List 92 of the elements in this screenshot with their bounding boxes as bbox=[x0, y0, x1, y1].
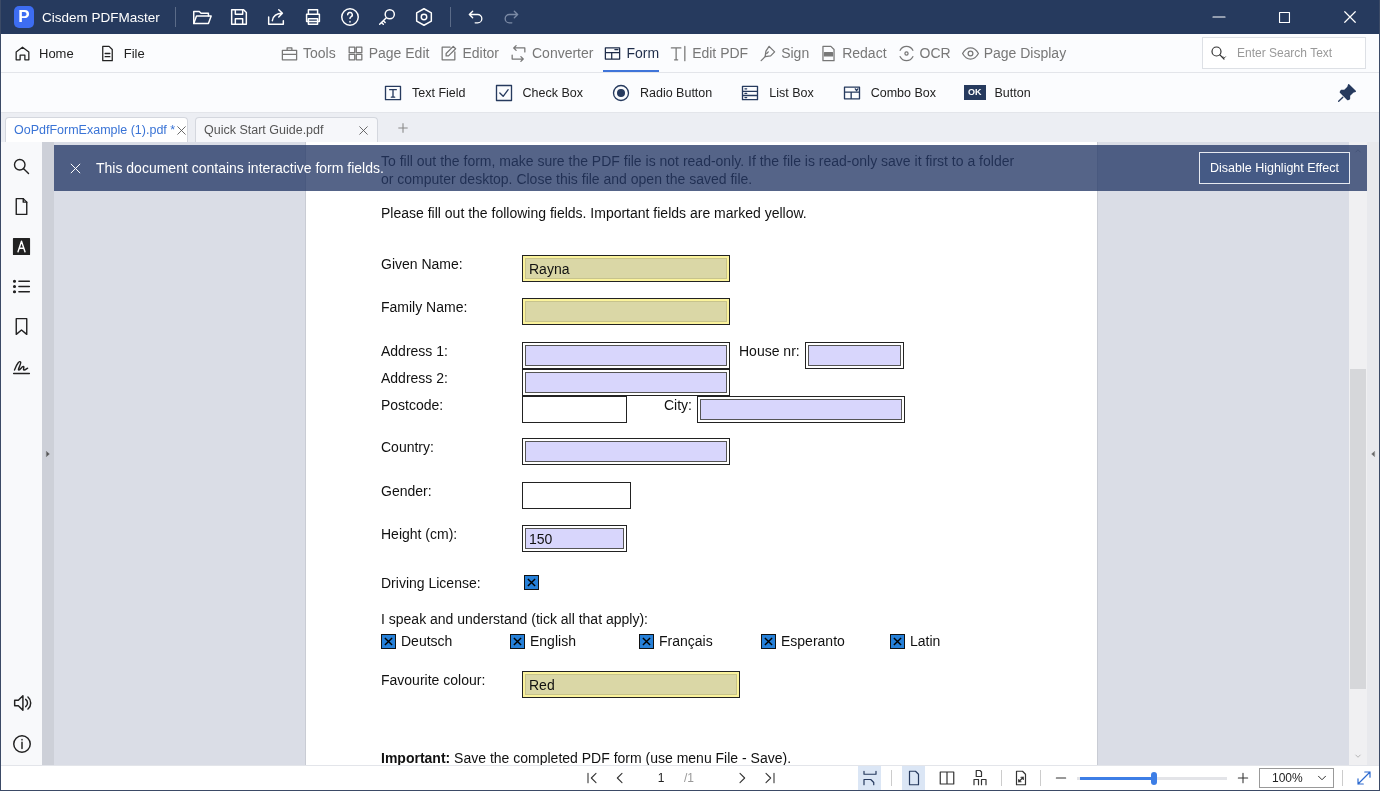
disable-highlight-button[interactable]: Disable Highlight Effect bbox=[1199, 152, 1350, 184]
close-icon[interactable] bbox=[1341, 8, 1359, 26]
scroll-pages-icon bbox=[970, 769, 989, 787]
input-field[interactable]: 150 bbox=[522, 525, 627, 552]
fullscreen-icon[interactable] bbox=[1355, 769, 1373, 787]
first-page-icon[interactable] bbox=[584, 770, 600, 786]
input-field[interactable] bbox=[522, 369, 730, 396]
form-tool-button[interactable]: Combo Box bbox=[841, 82, 936, 103]
form-tool-button[interactable]: Radio Button bbox=[610, 82, 713, 103]
toolbar-tab[interactable]: Redact bbox=[819, 34, 887, 72]
edit-icon bbox=[439, 43, 459, 63]
field-label: Driving License: bbox=[381, 574, 482, 591]
view-button[interactable] bbox=[858, 766, 881, 790]
radio-button-icon bbox=[610, 82, 631, 103]
fit-width-icon bbox=[860, 769, 879, 787]
checkbox-label: Français bbox=[659, 633, 713, 649]
close-icon[interactable] bbox=[175, 123, 189, 137]
checkbox-icon bbox=[493, 82, 514, 103]
two-page-icon bbox=[937, 769, 956, 787]
field-label: Height (cm): bbox=[381, 525, 459, 542]
pin-icon[interactable] bbox=[1337, 82, 1357, 103]
input-field[interactable] bbox=[522, 482, 631, 509]
expand-panel-icon[interactable] bbox=[44, 448, 52, 459]
search-field[interactable]: Enter Search Text bbox=[1202, 37, 1366, 69]
pen-icon bbox=[758, 43, 778, 63]
paragraph: Important: Save the completed PDF form (use menu File - Save). bbox=[381, 750, 793, 765]
checkbox[interactable] bbox=[381, 633, 396, 649]
checkbox-label: English bbox=[530, 633, 576, 649]
page-number-field[interactable]: 1 bbox=[650, 771, 672, 785]
checkbox-label: Latin bbox=[910, 633, 941, 649]
toolbar-tab[interactable]: Tools bbox=[280, 34, 336, 72]
checkbox-label: Esperanto bbox=[781, 633, 845, 649]
info-icon[interactable] bbox=[10, 733, 33, 755]
input-field[interactable] bbox=[804, 342, 904, 369]
form-tool-button[interactable]: Text Field bbox=[383, 82, 466, 103]
field-label: Given Name: bbox=[381, 255, 464, 272]
ok-badge-icon: OK bbox=[964, 85, 986, 100]
page-count: /1 bbox=[684, 771, 694, 785]
checkbox[interactable] bbox=[510, 633, 525, 649]
checkbox[interactable] bbox=[639, 633, 654, 649]
input-field[interactable] bbox=[522, 342, 730, 369]
field-label: Country: bbox=[381, 438, 435, 455]
input-field[interactable]: Rayna bbox=[522, 255, 730, 282]
search-icon[interactable] bbox=[11, 156, 32, 177]
convert-arrows-icon bbox=[509, 43, 528, 63]
input-field[interactable] bbox=[522, 396, 627, 423]
field-label: Favourite colour: bbox=[381, 671, 487, 688]
search-icon bbox=[1209, 44, 1227, 62]
toolbar-tab[interactable]: Editor bbox=[439, 34, 499, 72]
text-icon[interactable] bbox=[11, 236, 32, 257]
input-field[interactable] bbox=[522, 438, 730, 465]
document-tab[interactable]: OoPdfFormExample (1).pdf * bbox=[5, 117, 188, 142]
toolbar-tab[interactable]: Sign bbox=[758, 34, 810, 72]
zoom-in-icon[interactable] bbox=[1235, 770, 1251, 786]
slider-thumb[interactable] bbox=[1150, 771, 1157, 785]
toolbar-tab[interactable]: Converter bbox=[509, 34, 594, 72]
checkbox[interactable] bbox=[524, 575, 539, 590]
field-label: House nr: bbox=[739, 342, 801, 359]
field-label: City: bbox=[664, 396, 693, 413]
field-label: Postcode: bbox=[381, 396, 445, 413]
banner-message: This document contains interactive form fields. bbox=[96, 160, 384, 176]
form-tool-button[interactable]: Check Box bbox=[493, 82, 583, 103]
toolbar-tab[interactable]: Page Edit bbox=[345, 34, 430, 72]
search-input[interactable]: Enter Search Text bbox=[1235, 45, 1355, 61]
toolbar-tab[interactable]: Edit PDF bbox=[669, 34, 749, 72]
last-page-icon[interactable] bbox=[762, 770, 778, 786]
input-field[interactable] bbox=[522, 298, 730, 325]
view-button[interactable] bbox=[902, 766, 925, 790]
app-name: Cisdem PDFMaster bbox=[42, 9, 160, 25]
zoom-dropdown[interactable]: 100% bbox=[1259, 768, 1334, 788]
form-tool-button[interactable]: List Box bbox=[740, 82, 814, 103]
menu-item[interactable]: Home bbox=[39, 45, 74, 61]
menu-item[interactable]: File bbox=[123, 45, 145, 61]
checkbox-label: Deutsch bbox=[401, 633, 453, 649]
field-label: Address 2: bbox=[381, 369, 449, 386]
document-tab[interactable]: Quick Start Guide.pdf bbox=[195, 117, 378, 142]
checkbox[interactable] bbox=[890, 633, 905, 649]
field-label: Family Name: bbox=[381, 298, 469, 315]
form-tool-button[interactable]: OK Button bbox=[964, 85, 1031, 100]
collapse-panel-icon[interactable] bbox=[1369, 448, 1377, 459]
toolbar-tab[interactable]: OCR bbox=[896, 34, 951, 72]
field-label: Gender: bbox=[381, 482, 433, 499]
paragraph: Please fill out the following fields. Important fields are marked yellow. bbox=[381, 204, 808, 222]
help-icon[interactable] bbox=[338, 6, 361, 28]
field-label: Address 1: bbox=[381, 342, 449, 359]
checkbox[interactable] bbox=[761, 633, 776, 649]
input-field[interactable]: Red bbox=[522, 671, 740, 698]
input-field[interactable] bbox=[697, 396, 905, 423]
toolbar-tab[interactable]: Page Display bbox=[960, 34, 1067, 72]
question-text: I speak and understand (tick all that apply): bbox=[381, 611, 649, 627]
app-logo: P bbox=[14, 6, 34, 28]
close-icon[interactable] bbox=[357, 123, 370, 137]
